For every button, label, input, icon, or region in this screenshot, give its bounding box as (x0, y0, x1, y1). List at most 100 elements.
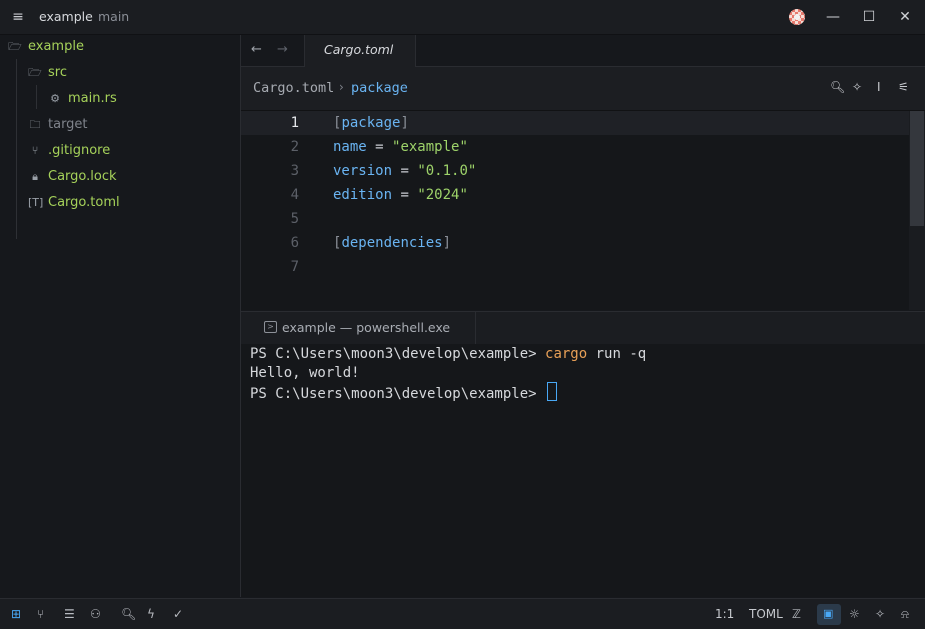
project-panel: 🗁 example 🗁 src ⚙ main.rs 🗀 target ⑂ .gitigno… (0, 35, 241, 597)
zed-icon[interactable]: ℤ (792, 607, 801, 621)
terminal-line: Hello, world! (250, 365, 360, 381)
tab-label: Cargo.toml (324, 42, 394, 57)
code-token: dependencies (341, 235, 443, 251)
user-avatar[interactable] (789, 9, 805, 25)
indent-guide (16, 59, 17, 239)
line-number: 6 (290, 235, 299, 251)
terminal-icon: ▣ (823, 607, 834, 620)
folder-icon: 🗀 (29, 118, 41, 131)
text-cursor-icon[interactable]: I (877, 80, 881, 94)
terminal-prompt: PS C:\Users\moon3\develop\example> (250, 346, 546, 362)
scrollbar-thumb[interactable] (910, 111, 924, 226)
line-number: 7 (290, 259, 299, 275)
code-token: = (366, 139, 393, 155)
tree-item-target[interactable]: 🗀 target (28, 113, 88, 137)
code-token: = (392, 163, 418, 179)
sparkle-assist-icon[interactable]: ✧ (852, 80, 862, 94)
line-number: 3 (290, 163, 299, 179)
folder-open-icon: 🗁 (28, 66, 42, 79)
code-line: edition = "2024" (333, 183, 468, 207)
terminal-tab-bar: > example — powershell.exe (241, 311, 925, 345)
terminal-prompt: PS C:\Users\moon3\develop\example> (250, 386, 546, 402)
search-icon[interactable]: 🔍︎ (830, 80, 845, 94)
debug-icon[interactable]: ☼ (849, 607, 860, 621)
outline-icon[interactable]: ☰ (64, 607, 75, 621)
lightning-icon[interactable]: ϟ (147, 607, 155, 621)
code-token: version (333, 163, 393, 179)
breadcrumb-symbol[interactable]: package (351, 80, 408, 96)
code-token: = (392, 187, 418, 203)
tree-item-cargo-toml[interactable]: [T] Cargo.toml (28, 191, 120, 215)
code-token: edition (333, 187, 393, 203)
code-token: "example" (392, 139, 468, 155)
tree-item-cargo-lock[interactable]: 🔒︎ Cargo.lock (28, 165, 117, 189)
close-button[interactable]: ✕ (888, 2, 922, 32)
tree-item-label: main.rs (68, 91, 117, 106)
tree-item-example[interactable]: 🗁 example (8, 35, 84, 59)
terminal-tab-label: example — powershell.exe (282, 320, 451, 335)
line-number: 4 (290, 187, 299, 203)
search-icon[interactable]: 🔍︎ (121, 607, 136, 621)
arrow-left-icon[interactable]: ← (251, 42, 262, 57)
editor-scrollbar[interactable] (909, 111, 925, 310)
hamburger-menu-icon[interactable]: ≡ (10, 9, 26, 25)
code-token: ] (442, 235, 452, 251)
code-token: package (341, 115, 401, 131)
code-token: name (333, 139, 367, 155)
collaborators-icon[interactable]: ⚇ (90, 607, 101, 621)
indent-guide (36, 85, 37, 109)
terminal-line: PS C:\Users\moon3\develop\example> (250, 382, 558, 402)
code-editor[interactable]: 1 [package] 2 name = "example" 3 version = "0… (241, 111, 909, 310)
tree-item-label: src (48, 65, 67, 80)
lock-icon: 🔒︎ (32, 170, 38, 183)
terminal-toggle-button[interactable]: ▣ (817, 604, 841, 625)
cursor-position[interactable]: 1:1 (715, 607, 734, 621)
editor-tab-bar: ← → Cargo.toml (241, 35, 925, 67)
tree-item-label: Cargo.lock (48, 169, 117, 184)
git-branch-icon[interactable]: ⑂ (37, 607, 44, 621)
maximize-button[interactable]: ☐ (852, 2, 886, 32)
title-bar: ≡ example main — ☐ ✕ (0, 0, 925, 35)
language-selector[interactable]: TOML (749, 607, 783, 621)
code-token: ] (400, 115, 409, 131)
code-line: [package] (333, 111, 409, 135)
project-name[interactable]: example (39, 9, 93, 24)
terminal-command: cargo (545, 346, 588, 362)
tree-item-gitignore[interactable]: ⑂ .gitignore (28, 139, 111, 163)
breadcrumb-file[interactable]: Cargo.toml (253, 80, 334, 96)
code-line: version = "0.1.0" (333, 159, 476, 183)
tab-cargo-toml[interactable]: Cargo.toml (304, 35, 416, 67)
tree-item-main-rs[interactable]: ⚙ main.rs (48, 87, 117, 111)
folder-open-icon: 🗁 (8, 40, 22, 53)
status-bar: ⊞ ⑂ ☰ ⚇ 🔍︎ ϟ ✓ 1:1 TOML ℤ ▣ ☼ ✧ ⍾ (0, 598, 925, 629)
terminal-line: PS C:\Users\moon3\develop\example> cargo… (250, 344, 646, 364)
settings-sliders-icon[interactable]: ⚟ (898, 80, 909, 94)
tree-item-label: .gitignore (48, 143, 111, 158)
breadcrumb-separator: › (339, 80, 344, 94)
line-number: 2 (290, 139, 299, 155)
arrow-right-icon[interactable]: → (277, 42, 288, 57)
toml-file-icon: [T] (28, 196, 44, 209)
code-token: "0.1.0" (417, 163, 477, 179)
terminal-panel[interactable]: PS C:\Users\moon3\develop\example> cargo… (241, 344, 925, 597)
branch-name[interactable]: main (98, 9, 129, 24)
project-tree-icon[interactable]: ⊞ (11, 607, 21, 621)
tree-item-label: target (48, 117, 88, 132)
terminal-cursor (547, 382, 558, 401)
line-number: 1 (290, 115, 299, 131)
tree-item-label: example (28, 39, 84, 54)
tree-item-label: Cargo.toml (48, 195, 120, 210)
tab-terminal[interactable]: > example — powershell.exe (251, 312, 476, 344)
code-token: "2024" (417, 187, 468, 203)
line-number: 5 (290, 211, 299, 227)
code-line: name = "example" (333, 135, 468, 159)
ide-window: ≡ example main — ☐ ✕ 🗁 example 🗁 src ⚙ main… (0, 0, 925, 629)
minimize-button[interactable]: — (816, 2, 850, 32)
terminal-icon: > (264, 321, 277, 333)
check-icon[interactable]: ✓ (173, 607, 183, 621)
terminal-args: run -q (587, 346, 647, 362)
tree-item-src[interactable]: 🗁 src (28, 61, 67, 85)
git-branch-icon: ⑂ (31, 144, 39, 157)
assistant-icon[interactable]: ✧ (875, 607, 885, 621)
bell-icon[interactable]: ⍾ (901, 607, 909, 621)
